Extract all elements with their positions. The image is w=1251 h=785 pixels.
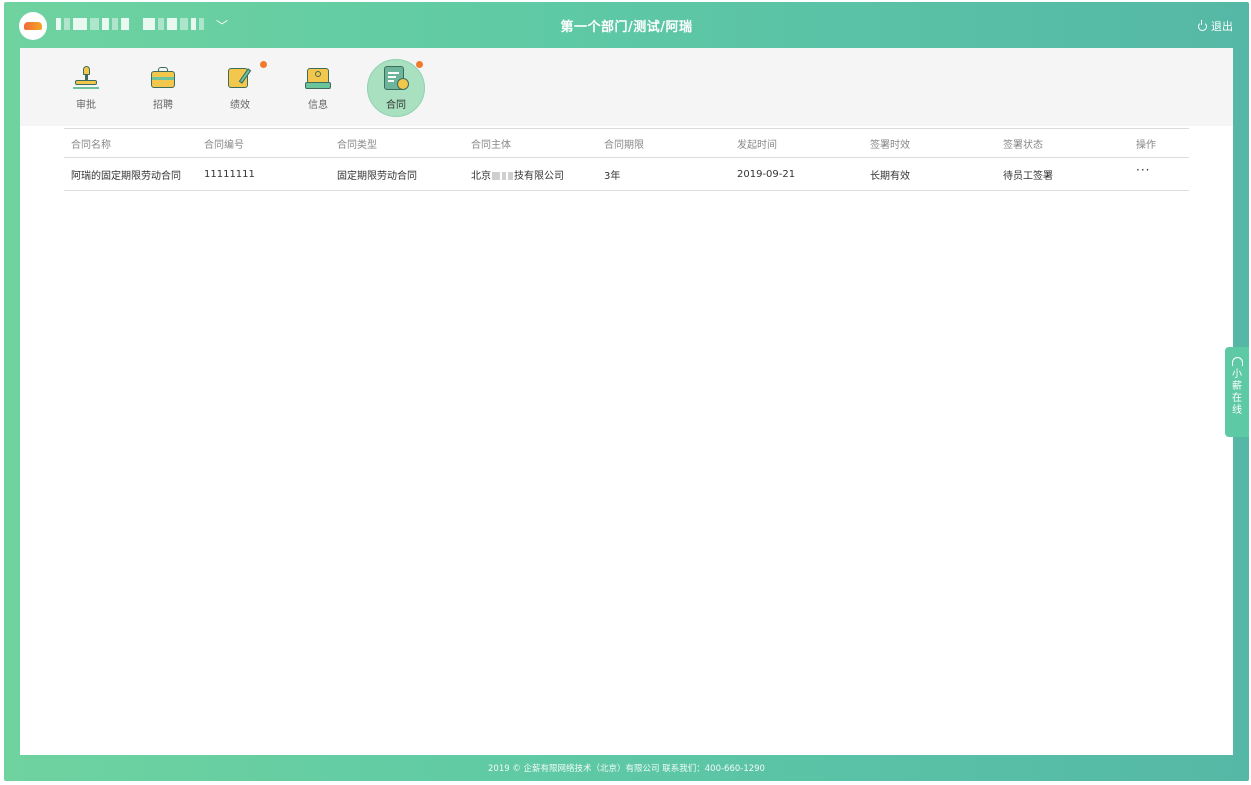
stamp-icon: [73, 66, 99, 90]
entity-suffix: 技有限公司: [514, 170, 564, 182]
column-header: 合同编号: [204, 139, 244, 151]
performance-chart-icon: [227, 66, 253, 90]
notification-badge: [416, 61, 423, 68]
power-icon: [1198, 19, 1207, 31]
redacted-text: [508, 171, 513, 180]
signing-validity: 长期有效: [870, 170, 910, 182]
nav-item-label: 绩效: [230, 100, 250, 111]
contract-name: 阿瑞的固定期限劳动合同: [71, 170, 181, 182]
info-card-icon: [305, 66, 331, 90]
more-actions-button[interactable]: ···: [1136, 167, 1150, 177]
headset-icon: [1231, 357, 1243, 366]
logout-button[interactable]: 退出: [1198, 18, 1233, 34]
redacted-text: [492, 171, 500, 180]
online-help-label: 小薪在线: [1232, 369, 1242, 416]
contract-entity: 北京 技有限公司: [464, 167, 597, 182]
page-breadcrumb: 第一个部门/测试/阿瑞: [560, 20, 693, 35]
column-header: 发起时间: [737, 139, 777, 151]
nav-item-label: 合同: [386, 100, 406, 111]
online-help-button[interactable]: 小薪在线: [1225, 347, 1249, 437]
notification-badge: [260, 61, 267, 68]
nav-item-label: 审批: [76, 100, 96, 111]
column-header: 签署状态: [1003, 139, 1043, 151]
top-bar: ﹀ 第一个部门/测试/阿瑞 退出: [4, 2, 1249, 48]
contract-number: 11111111: [204, 168, 255, 180]
contract-document-icon: [383, 66, 409, 90]
column-header: 签署时效: [870, 139, 910, 151]
nav-item-contract[interactable]: 合同: [366, 58, 426, 118]
column-header: 合同名称: [71, 139, 111, 151]
actions-cell: ···: [1129, 167, 1189, 181]
main-content: 审批 招聘 绩效 信息 合同 合同名称 合同编号 合同类型 合同主体 合同期限 …: [20, 48, 1233, 755]
contract-start-date: 2019-09-21: [737, 168, 796, 180]
nav-item-recruitment[interactable]: 招聘: [133, 58, 193, 118]
column-header: 操作: [1136, 139, 1156, 151]
nav-item-label: 信息: [308, 100, 328, 111]
nav-item-performance[interactable]: 绩效: [210, 58, 270, 118]
table-row[interactable]: 阿瑞的固定期限劳动合同 11111111 固定期限劳动合同 北京 技有限公司 3年…: [64, 158, 1189, 191]
redacted-text: [502, 171, 506, 180]
contract-type: 固定期限劳动合同: [337, 170, 417, 182]
app-frame: ﹀ 第一个部门/测试/阿瑞 退出 审批 招聘 绩效 信息 合同 合同名称 合同编…: [4, 2, 1249, 781]
entity-prefix: 北京: [471, 170, 491, 182]
nav-item-label: 招聘: [153, 100, 173, 111]
signing-status: 待员工签署: [1003, 170, 1053, 182]
logout-label: 退出: [1211, 20, 1233, 33]
contract-table: 合同名称 合同编号 合同类型 合同主体 合同期限 发起时间 签署时效 签署状态 …: [64, 128, 1189, 191]
footer-copyright: 2019 © 企薪有限网络技术（北京）有限公司 联系我们：400-660-129…: [488, 764, 765, 774]
column-header: 合同期限: [604, 139, 644, 151]
briefcase-icon: [150, 66, 176, 90]
column-header: 合同主体: [471, 139, 511, 151]
table-header: 合同名称 合同编号 合同类型 合同主体 合同期限 发起时间 签署时效 签署状态 …: [64, 128, 1189, 158]
nav-item-approval[interactable]: 审批: [56, 58, 116, 118]
contract-term: 3年: [604, 170, 621, 182]
nav-item-info[interactable]: 信息: [288, 58, 348, 118]
module-nav: 审批 招聘 绩效 信息 合同: [20, 48, 1233, 126]
column-header: 合同类型: [337, 139, 377, 151]
